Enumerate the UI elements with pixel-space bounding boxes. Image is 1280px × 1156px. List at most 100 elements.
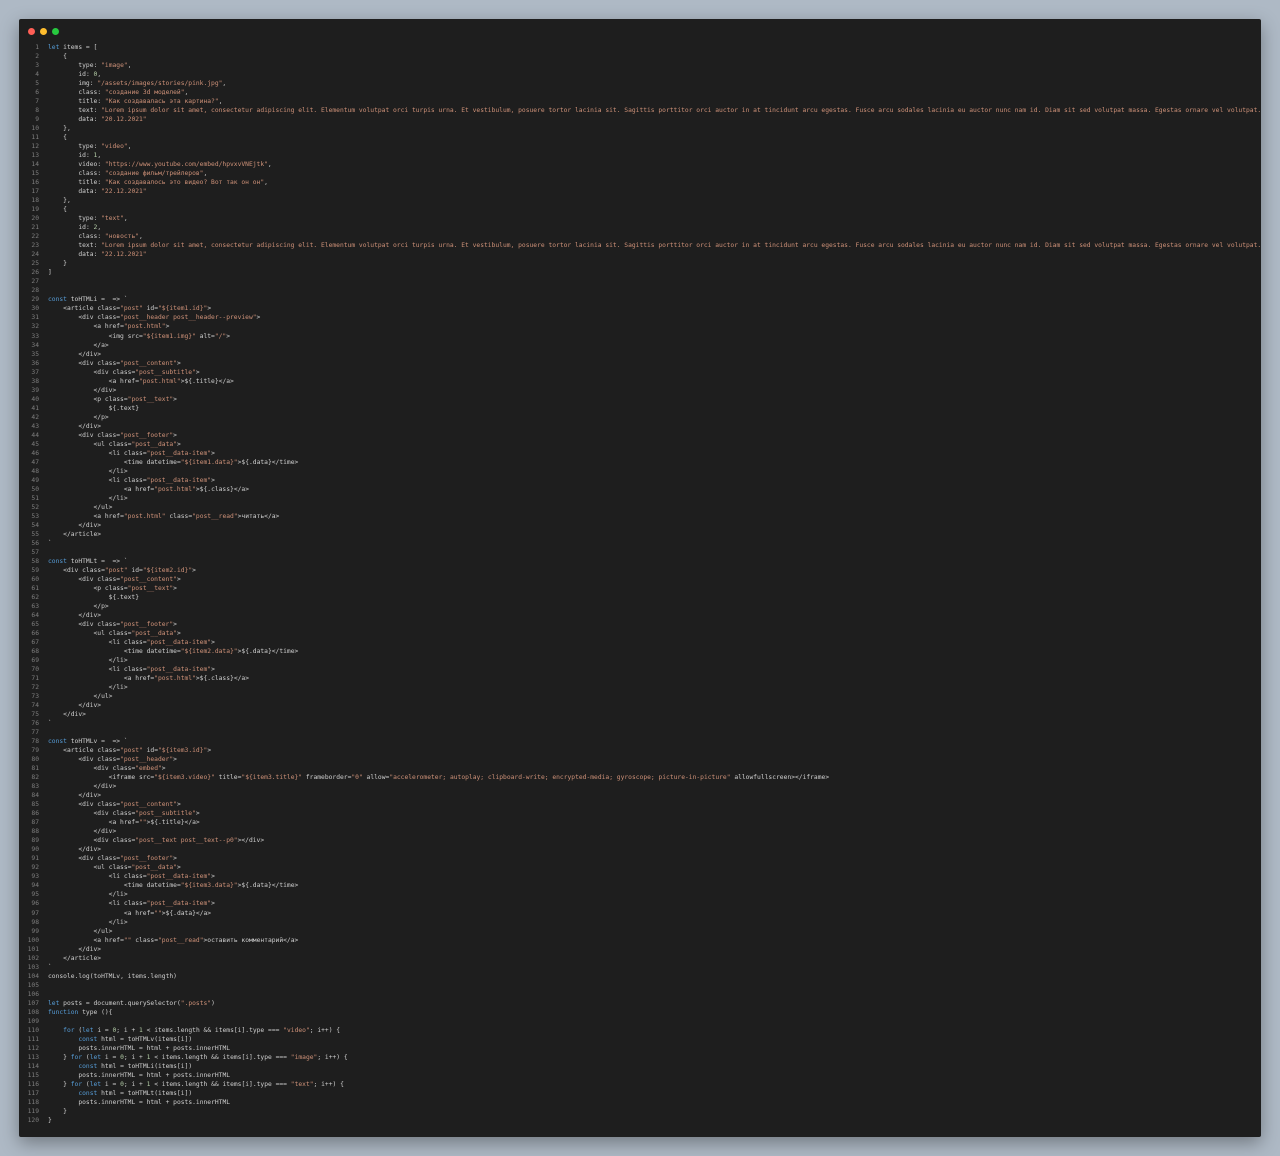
code-line[interactable]: 57: [19, 548, 1261, 557]
code-line[interactable]: 67 <li class="post__data-item">: [19, 638, 1261, 647]
code-line[interactable]: 83 </div>: [19, 782, 1261, 791]
code-line[interactable]: 106: [19, 990, 1261, 999]
code-line[interactable]: 64 </div>: [19, 611, 1261, 620]
code-line[interactable]: 111 const html = toHTMLv(items[i]): [19, 1035, 1261, 1044]
code-line[interactable]: 115 posts.innerHTML = html + posts.inner…: [19, 1071, 1261, 1080]
code-line[interactable]: 23 text: "Lorem ipsum dolor sit amet, co…: [19, 241, 1261, 250]
code-line[interactable]: 80 <div class="post__header">: [19, 755, 1261, 764]
code-line[interactable]: 47 <time datetime="${item1.data}">${.dat…: [19, 458, 1261, 467]
code-line[interactable]: 97 <a href="">${.data}</a>: [19, 909, 1261, 918]
code-line[interactable]: 88 </div>: [19, 827, 1261, 836]
code-line[interactable]: 5 img: "/assets/images/stories/pink.jpg"…: [19, 79, 1261, 88]
code-line[interactable]: 7 title: "Как создавалась эта картина?",: [19, 97, 1261, 106]
code-line[interactable]: 79 <article class="post" id="${item3.id}…: [19, 746, 1261, 755]
maximize-window-button[interactable]: [52, 28, 59, 35]
code-line[interactable]: 20 type: "text",: [19, 214, 1261, 223]
code-line[interactable]: 18 },: [19, 196, 1261, 205]
code-line[interactable]: 117 const html = toHTMLt(items[i]): [19, 1089, 1261, 1098]
code-line[interactable]: 58 const toHTMLt = => `: [19, 557, 1261, 566]
code-line[interactable]: 103 `: [19, 963, 1261, 972]
code-line[interactable]: 10 },: [19, 124, 1261, 133]
code-line[interactable]: 71 <a href="post.html">${.class}</a>: [19, 674, 1261, 683]
code-line[interactable]: 24 data: "22.12.2021": [19, 250, 1261, 259]
code-line[interactable]: 3 type: "image",: [19, 61, 1261, 70]
code-line[interactable]: 63 </p>: [19, 602, 1261, 611]
code-line[interactable]: 76 `: [19, 719, 1261, 728]
code-line[interactable]: 34 </a>: [19, 341, 1261, 350]
code-line[interactable]: 73 </ul>: [19, 692, 1261, 701]
code-line[interactable]: 60 <div class="post__content">: [19, 575, 1261, 584]
code-line[interactable]: 33 <img src="${item1.img}" alt="/">: [19, 332, 1261, 341]
code-line[interactable]: 92 <ul class="post__data">: [19, 863, 1261, 872]
minimize-window-button[interactable]: [40, 28, 47, 35]
code-line[interactable]: 105: [19, 981, 1261, 990]
code-line[interactable]: 108 function type (){: [19, 1008, 1261, 1017]
code-line[interactable]: 72 </li>: [19, 683, 1261, 692]
code-line[interactable]: 8 text: "Lorem ipsum dolor sit amet, con…: [19, 106, 1261, 115]
code-line[interactable]: 89 <div class="post__text post__text--p0…: [19, 836, 1261, 845]
code-line[interactable]: 86 <div class="post__subtitle">: [19, 809, 1261, 818]
code-line[interactable]: 31 <div class="post__header post__header…: [19, 313, 1261, 322]
code-line[interactable]: 50 <a href="post.html">${.class}</a>: [19, 485, 1261, 494]
code-line[interactable]: 113 } for (let i = 0; i + 1 < items.leng…: [19, 1053, 1261, 1062]
code-line[interactable]: 118 posts.innerHTML = html + posts.inner…: [19, 1098, 1261, 1107]
code-line[interactable]: 22 class: "новость",: [19, 232, 1261, 241]
code-line[interactable]: 100 <a href="" class="post__read">остави…: [19, 936, 1261, 945]
code-line[interactable]: 11 {: [19, 133, 1261, 142]
code-line[interactable]: 37 <div class="post__subtitle">: [19, 368, 1261, 377]
code-line[interactable]: 36 <div class="post__content">: [19, 359, 1261, 368]
code-line[interactable]: 2 {: [19, 52, 1261, 61]
code-line[interactable]: 54 </div>: [19, 521, 1261, 530]
code-line[interactable]: 91 <div class="post__footer">: [19, 854, 1261, 863]
close-window-button[interactable]: [28, 28, 35, 35]
code-line[interactable]: 43 </div>: [19, 422, 1261, 431]
code-line[interactable]: 27: [19, 277, 1261, 286]
code-line[interactable]: 61 <p class="post__text">: [19, 584, 1261, 593]
code-line[interactable]: 107 let posts = document.querySelector(".…: [19, 999, 1261, 1008]
code-line[interactable]: 65 <div class="post__footer">: [19, 620, 1261, 629]
code-line[interactable]: 98 </li>: [19, 918, 1261, 927]
code-line[interactable]: 13 id: 1,: [19, 151, 1261, 160]
code-line[interactable]: 45 <ul class="post__data">: [19, 440, 1261, 449]
code-line[interactable]: 119 }: [19, 1107, 1261, 1116]
code-line[interactable]: 68 <time datetime="${item2.data}">${.dat…: [19, 647, 1261, 656]
code-line[interactable]: 95 </li>: [19, 890, 1261, 899]
code-line[interactable]: 78 const toHTMLv = => `: [19, 737, 1261, 746]
code-line[interactable]: 38 <a href="post.html">${.title}</a>: [19, 377, 1261, 386]
code-editor[interactable]: 1 let items = [2 {3 type: "image", 4 id: 0…: [19, 43, 1261, 1125]
code-line[interactable]: 75 </div>: [19, 710, 1261, 719]
code-line[interactable]: 4 id: 0,: [19, 70, 1261, 79]
code-line[interactable]: 77: [19, 728, 1261, 737]
code-line[interactable]: 9 data: "20.12.2021": [19, 115, 1261, 124]
code-line[interactable]: 51 </li>: [19, 494, 1261, 503]
code-line[interactable]: 110 for (let i = 0; i + 1 < items.length…: [19, 1026, 1261, 1035]
code-line[interactable]: 62 ${.text}: [19, 593, 1261, 602]
code-line[interactable]: 48 </li>: [19, 467, 1261, 476]
code-line[interactable]: 94 <time datetime="${item3.data}">${.dat…: [19, 881, 1261, 890]
code-line[interactable]: 29 const toHTMLi = => `: [19, 295, 1261, 304]
code-line[interactable]: 46 <li class="post__data-item">: [19, 449, 1261, 458]
code-line[interactable]: 55 </article>: [19, 530, 1261, 539]
code-line[interactable]: 15 class: "создание фильм/трейлеров",: [19, 169, 1261, 178]
code-line[interactable]: 30 <article class="post" id="${item1.id}…: [19, 304, 1261, 313]
code-line[interactable]: 42 </p>: [19, 413, 1261, 422]
code-line[interactable]: 21 id: 2,: [19, 223, 1261, 232]
code-line[interactable]: 116 } for (let i = 0; i + 1 < items.leng…: [19, 1080, 1261, 1089]
code-line[interactable]: 93 <li class="post__data-item">: [19, 872, 1261, 881]
code-line[interactable]: 114 const html = toHTMLi(items[i]): [19, 1062, 1261, 1071]
code-line[interactable]: 26]: [19, 268, 1261, 277]
code-line[interactable]: 99 </ul>: [19, 927, 1261, 936]
code-line[interactable]: 6 class: "создание 3d моделей",: [19, 88, 1261, 97]
code-line[interactable]: 32 <a href="post.html">: [19, 322, 1261, 331]
code-line[interactable]: 40 <p class="post__text">: [19, 395, 1261, 404]
code-line[interactable]: 41 ${.text}: [19, 404, 1261, 413]
code-line[interactable]: 25 }: [19, 259, 1261, 268]
code-line[interactable]: 82 <iframe src="${item3.video}" title="$…: [19, 773, 1261, 782]
code-line[interactable]: 49 <li class="post__data-item">: [19, 476, 1261, 485]
code-line[interactable]: 59 <div class="post" id="${item2.id}">: [19, 566, 1261, 575]
code-line[interactable]: 44 <div class="post__footer">: [19, 431, 1261, 440]
code-line[interactable]: 70 <li class="post__data-item">: [19, 665, 1261, 674]
code-line[interactable]: 85 <div class="post__content">: [19, 800, 1261, 809]
code-line[interactable]: 66 <ul class="post__data">: [19, 629, 1261, 638]
code-line[interactable]: 104 console.log(toHTMLv, items.length): [19, 972, 1261, 981]
